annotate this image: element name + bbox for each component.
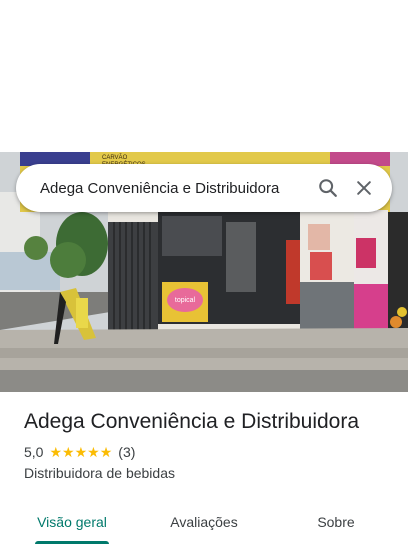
close-button[interactable] xyxy=(346,170,382,206)
rating-stars: ★ ★ ★ ★ ★ xyxy=(49,445,112,459)
map-top-area xyxy=(0,0,408,152)
star-icon: ★ xyxy=(87,444,100,460)
tab-about[interactable]: Sobre xyxy=(300,500,372,544)
place-info-panel: Adega Conveniência e Distribuidora 5,0 ★… xyxy=(0,392,408,544)
star-icon: ★ xyxy=(49,444,63,460)
review-count[interactable]: (3) xyxy=(118,444,135,460)
place-tabs: Visão geral Avaliações Sobre xyxy=(0,500,408,544)
star-icon: ★ xyxy=(74,444,88,460)
place-category[interactable]: Distribuidora de bebidas xyxy=(24,465,175,481)
search-input[interactable]: Adega Conveniência e Distribuidora xyxy=(40,180,310,197)
rating-row[interactable]: 5,0 ★ ★ ★ ★ ★ (3) xyxy=(24,444,135,460)
search-button[interactable] xyxy=(310,170,346,206)
star-icon: ★ xyxy=(99,444,113,460)
star-icon: ★ xyxy=(62,444,75,460)
search-bar[interactable]: Adega Conveniência e Distribuidora xyxy=(16,164,392,212)
place-title: Adega Conveniência e Distribuidora xyxy=(24,410,360,433)
tab-overview[interactable]: Visão geral xyxy=(24,500,120,544)
search-icon xyxy=(319,179,337,197)
banner-text-carvao: CARVÃO xyxy=(102,154,128,161)
close-icon xyxy=(357,181,371,195)
rating-value: 5,0 xyxy=(24,444,44,460)
tab-reviews[interactable]: Avaliações xyxy=(156,500,252,544)
counter-brand-text: topical xyxy=(175,297,196,304)
